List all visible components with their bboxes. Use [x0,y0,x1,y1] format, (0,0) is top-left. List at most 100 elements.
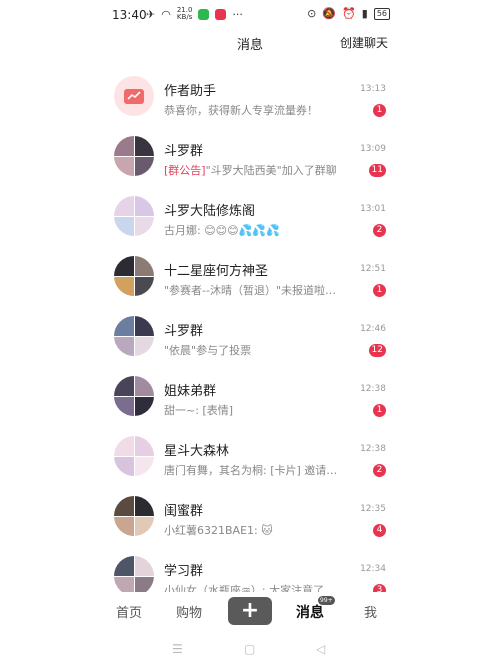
trend-chart-icon [124,88,144,104]
chat-name: 斗罗群 [164,324,204,339]
tab-messages[interactable]: 消息 [296,602,324,622]
chat-avatar [114,76,154,116]
avatar-tile [114,436,134,456]
status-bar: 13:40 ✈ ◠ 21.0 KB/s ··· ⊙ 🔕 ⏰ ▮ 56 [0,0,500,30]
tab-me[interactable]: 我 [364,602,377,621]
avatar-tile [114,456,134,476]
chat-name: 学习群 [164,564,204,579]
chat-preview: "依晨"参与了投票 [164,344,252,357]
avatar-tile [134,136,154,156]
unread-badge: 2 [373,464,386,477]
group-avatar-grid [114,556,154,592]
chat-time: 12:34 [360,564,386,574]
avatar-tile [114,496,134,516]
avatar-tile [134,456,154,476]
unread-badge: 1 [373,404,386,417]
group-avatar-grid [114,496,154,536]
avatar-tile [114,336,134,356]
menu-icon[interactable]: ☰ [172,642,183,656]
home-icon[interactable]: ▢ [244,642,255,656]
chat-time: 13:13 [360,84,386,94]
avatar-tile [114,196,134,216]
avatar-tile [114,276,134,296]
chat-row[interactable]: 十二星座何方神圣 "参赛者--沐晴（暂退）"未报道啦… 12:51 1 [0,246,500,306]
chat-row[interactable]: 斗罗群 "依晨"参与了投票 12:46 12 [0,306,500,366]
messages-count-badge: 99+ [318,596,335,605]
chat-row[interactable]: 斗罗大陆修炼阁 古月娜: 😊😊😊💦💦💦 13:01 2 [0,186,500,246]
group-avatar-grid [114,256,154,296]
net-speed: 21.0 KB/s [176,6,193,21]
chat-preview: "参赛者--沐晴（暂退）"未报道啦… [164,284,337,297]
chat-preview: 唐门有舞，其名为桐: [卡片] 邀请你… [164,464,348,477]
avatar-tile [134,396,154,416]
avatar-tile [134,436,154,456]
unread-badge: 4 [373,524,386,537]
avatar-tile [134,216,154,236]
chat-name: 斗罗大陆修炼阁 [164,204,256,219]
chat-row[interactable]: 姐妹弟群 甜一~: [表情] 12:38 1 [0,366,500,426]
avatar-tile [114,396,134,416]
chat-preview: 甜一~: [表情] [164,404,234,417]
page-title: 消息 [236,38,263,53]
chat-avatar [114,376,154,416]
avatar-tile [114,376,134,396]
avatar-tile [134,196,154,216]
wechat-notify-icon [198,8,210,20]
bottom-tab-bar: 首页 购物 + 消息 99+ 我 [0,592,500,630]
avatar-tile [134,336,154,356]
tab-home[interactable]: 首页 [116,602,142,621]
create-chat-button[interactable]: 创建聊天 [340,34,388,51]
mute-icon: 🔕 [322,7,337,20]
chat-time: 12:51 [360,264,386,274]
chat-row[interactable]: 作者助手 恭喜你，获得新人专享流量券！ 13:13 1 [0,66,500,126]
airplane-mode-icon: ✈ [146,7,156,21]
unread-badge: 11 [368,164,386,177]
unread-badge: 1 [373,284,386,297]
avatar-tile [114,316,134,336]
avatar-tile [114,516,134,536]
chat-list[interactable]: 作者助手 恭喜你，获得新人专享流量券！ 13:13 1 斗罗群 [群公告]"斗罗… [0,66,500,592]
chat-row[interactable]: 闺蜜群 小红薯6321BAE1: 🐱 12:35 4 [0,486,500,546]
avatar-tile [134,376,154,396]
avatar-tile [134,256,154,276]
unread-badge: 12 [368,344,386,357]
back-icon[interactable]: ◁ [316,642,325,656]
chat-preview: 小红薯6321BAE1: 🐱 [164,524,273,537]
group-avatar-grid [114,436,154,476]
chat-preview: [群公告]"斗罗大陆西美"加入了群聊 [164,164,337,177]
battery-icon: 56 [373,7,390,20]
chat-row[interactable]: 学习群 小仙女（水瓶座♒）: 大家注意了… 12:34 3 [0,546,500,592]
chat-row[interactable]: 星斗大森林 唐门有舞，其名为桐: [卡片] 邀请你… 12:38 2 [0,426,500,486]
avatar-tile [134,516,154,536]
tab-shop[interactable]: 购物 [176,602,202,621]
chat-time: 12:46 [360,324,386,334]
create-post-button[interactable]: + [228,597,272,625]
chat-row[interactable]: 斗罗群 [群公告]"斗罗大陆西美"加入了群聊 13:09 11 [0,126,500,186]
status-left-icons: ✈ ◠ 21.0 KB/s ··· [146,7,243,21]
chat-time: 12:35 [360,504,386,514]
signal-icon: ▮ [361,7,368,20]
chat-time: 12:38 [360,444,386,454]
avatar-tile [114,156,134,176]
group-avatar-grid [114,136,154,176]
chat-preview: 恭喜你，获得新人专享流量券！ [164,104,318,117]
top-header: 消息 创建聊天 [0,30,500,66]
chat-avatar [114,556,154,592]
alarm-icon: ⏰ [342,7,356,20]
chat-avatar [114,436,154,476]
chat-avatar [114,196,154,236]
avatar-tile [114,256,134,276]
nfc-icon: ⊙ [307,7,317,20]
chat-name: 十二星座何方神圣 [164,264,269,279]
chat-name: 斗罗群 [164,144,204,159]
chat-time: 13:01 [360,204,386,214]
avatar-tile [134,576,154,592]
chat-avatar [114,496,154,536]
group-avatar-grid [114,196,154,236]
status-right-icons: ⊙ 🔕 ⏰ ▮ 56 [307,7,390,20]
chat-avatar [114,316,154,356]
chat-preview: 古月娜: 😊😊😊💦💦💦 [164,224,280,237]
avatar-tile [114,556,134,576]
avatar-tile [114,576,134,592]
avatar-tile [134,316,154,336]
